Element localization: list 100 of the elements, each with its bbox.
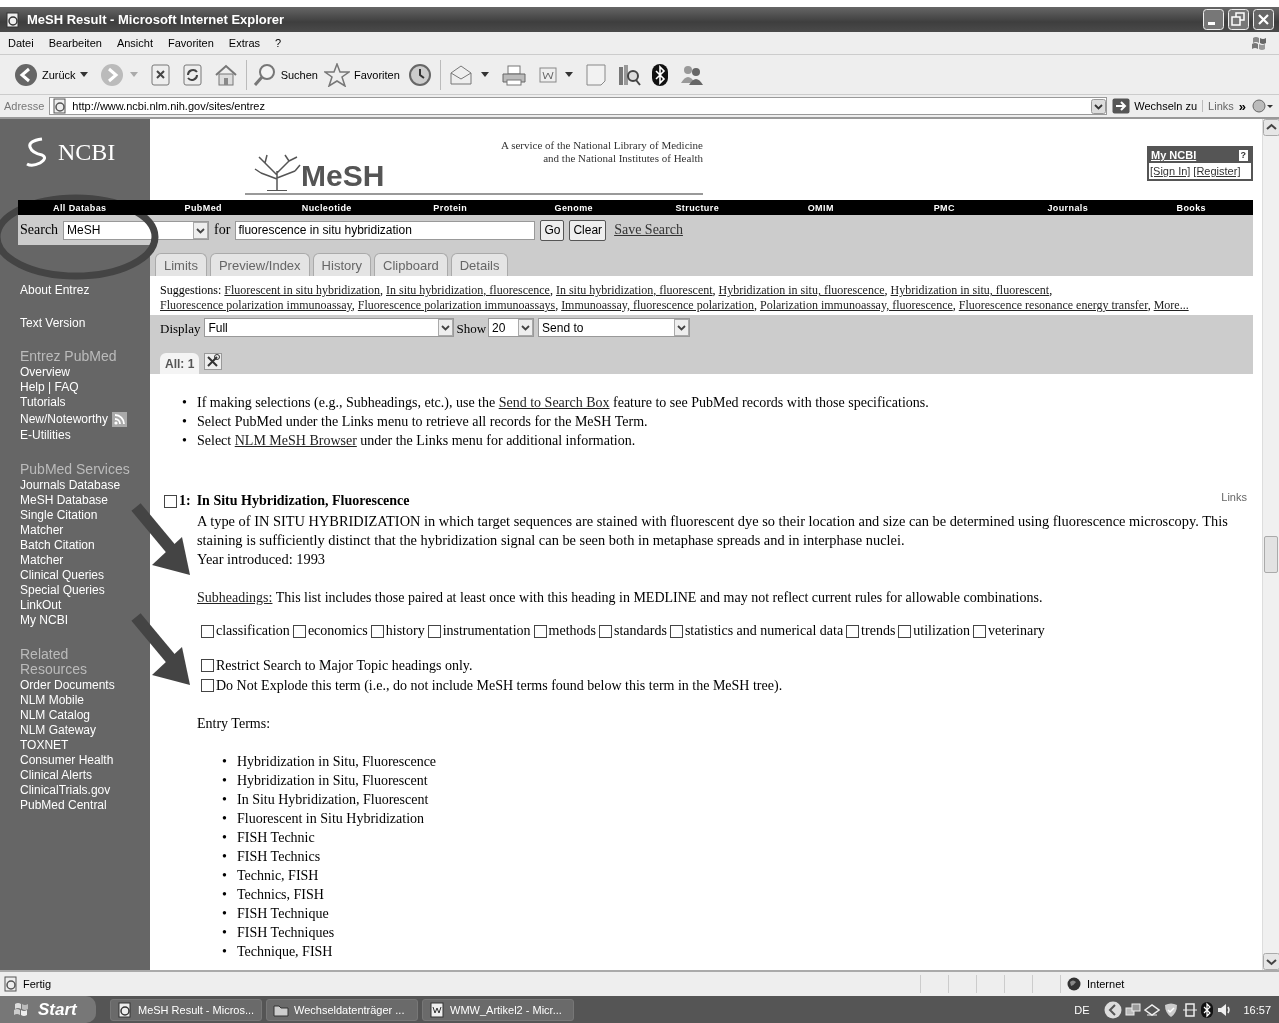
checkbox[interactable] xyxy=(292,624,306,638)
suggestion-link[interactable]: Hybridization in situ, fluorescence xyxy=(718,283,885,297)
sidebar-link[interactable]: Consumer Health xyxy=(20,753,134,768)
bluetooth-icon[interactable] xyxy=(1201,1001,1214,1018)
suggestion-link[interactable]: In situ hybridization, fluorescence xyxy=(386,283,550,297)
go-button[interactable]: Go xyxy=(540,219,565,241)
document-edit-button[interactable] xyxy=(536,64,559,85)
language-indicator[interactable]: DE xyxy=(1074,1003,1090,1016)
more-link[interactable]: More... xyxy=(1153,298,1189,312)
sidebar-link[interactable]: PubMed Central xyxy=(20,798,134,813)
sign-in-link[interactable]: [Sign In] xyxy=(1150,165,1191,177)
stop-button[interactable] xyxy=(149,63,172,86)
expand-tray-button[interactable] xyxy=(1104,1000,1123,1019)
my-ncbi-link[interactable]: My NCBI xyxy=(1151,149,1197,161)
sidebar-link[interactable]: About Entrez xyxy=(20,283,150,298)
database-link[interactable]: Journals xyxy=(1047,202,1089,213)
checkbox[interactable] xyxy=(973,624,987,638)
menu-item[interactable]: Extras xyxy=(228,37,261,49)
sidebar-link[interactable]: Batch Citation Matcher xyxy=(20,538,134,568)
tab[interactable]: History xyxy=(312,253,372,276)
menu-item[interactable]: Ansicht xyxy=(116,37,153,49)
taskbar-button[interactable]: Wechseldatenträger ... xyxy=(266,998,418,1021)
tab[interactable]: Limits xyxy=(155,253,207,276)
minimize-button[interactable] xyxy=(1203,9,1224,30)
checkbox[interactable] xyxy=(427,624,441,638)
scroll-up-button[interactable] xyxy=(1263,119,1279,136)
tab[interactable]: Clipboard xyxy=(374,253,448,276)
inline-link[interactable]: NLM MeSH Browser xyxy=(234,433,357,448)
sidebar-link[interactable]: Text Version xyxy=(20,316,150,331)
links-label[interactable]: Links xyxy=(1202,100,1234,112)
sync-icon[interactable] xyxy=(1182,1001,1199,1018)
sidebar-link[interactable]: Tutorials xyxy=(20,395,134,410)
suggestion-link[interactable]: Immunoassay, fluorescence polarization xyxy=(561,298,754,312)
sidebar-link[interactable]: My NCBI xyxy=(20,613,134,628)
sidebar-link[interactable]: Help | FAQ xyxy=(20,380,134,395)
sidebar-link[interactable]: NLM Catalog xyxy=(20,708,134,723)
checkbox[interactable] xyxy=(669,624,683,638)
books-magnifier-button[interactable] xyxy=(616,62,641,87)
checkbox[interactable] xyxy=(599,624,612,638)
search-button[interactable]: Suchen xyxy=(252,62,318,87)
checkbox[interactable] xyxy=(201,659,214,672)
database-link[interactable]: PMC xyxy=(933,202,955,213)
more-links-button[interactable]: » xyxy=(1238,98,1246,114)
subheadings-link[interactable]: Subheadings: xyxy=(197,590,273,605)
sidebar-link[interactable]: New/Noteworthy xyxy=(20,412,109,427)
suggestion-link[interactable]: In situ hybridization, fluorescent xyxy=(555,283,713,297)
inline-link[interactable]: Send to Search Box xyxy=(498,395,610,410)
favorites-button[interactable]: Favoriten xyxy=(323,62,400,87)
database-link[interactable]: OMIM xyxy=(807,202,834,213)
bluetooth-button[interactable] xyxy=(650,62,669,87)
send-to-select[interactable]: Send to xyxy=(538,318,691,337)
search-field[interactable]: fluorescence in situ hybridization xyxy=(235,220,536,240)
dropdown-caret-icon[interactable] xyxy=(480,72,489,77)
sidebar-link[interactable]: Clinical Alerts xyxy=(20,768,134,783)
sidebar-link[interactable]: E-Utilities xyxy=(20,428,134,443)
checkbox[interactable] xyxy=(533,624,547,638)
clear-button[interactable]: Clear xyxy=(569,219,607,241)
taskbar-button[interactable]: MeSH Result - Micros... xyxy=(110,998,262,1021)
clock[interactable]: 16:57 xyxy=(1243,1003,1271,1016)
checkbox[interactable] xyxy=(201,679,214,692)
menu-item[interactable]: Favoriten xyxy=(168,37,214,49)
sidebar-link[interactable]: ClinicalTrials.gov xyxy=(20,783,134,798)
sidebar-link[interactable]: Order Documents xyxy=(20,678,134,693)
speaker-icon[interactable] xyxy=(1216,1001,1233,1018)
history-button[interactable] xyxy=(407,62,432,87)
suggestion-link[interactable]: Polarization immunoassay, fluorescence xyxy=(759,298,953,312)
database-link[interactable]: Protein xyxy=(433,202,468,213)
checkbox[interactable] xyxy=(164,494,177,508)
toolbar-options-icon[interactable] xyxy=(1251,98,1275,114)
maximize-button[interactable] xyxy=(1228,9,1249,30)
suggestion-link[interactable]: Fluorescence resonance energy transfer xyxy=(958,298,1148,312)
suggestion-link[interactable]: Fluorescent in situ hybridization xyxy=(224,283,380,297)
tab[interactable]: Preview/Index xyxy=(209,253,310,276)
back-button[interactable]: Zurück xyxy=(14,62,76,87)
printer-button[interactable] xyxy=(500,63,527,86)
database-select[interactable]: MeSH xyxy=(63,220,210,240)
dropdown-caret-icon[interactable] xyxy=(79,72,88,77)
go-button[interactable]: Wechseln zu xyxy=(1112,98,1198,114)
sidebar-link[interactable]: Overview xyxy=(20,365,134,380)
count-select[interactable]: 20 xyxy=(488,318,535,337)
database-link[interactable]: Genome xyxy=(554,202,593,213)
taskbar-button[interactable]: WMW_Artikel2 - Micr... xyxy=(422,998,574,1021)
sidebar-link[interactable]: Journals Database xyxy=(20,478,134,493)
dropdown-caret-icon[interactable] xyxy=(564,72,573,77)
sidebar-link[interactable]: Single Citation Matcher xyxy=(20,508,134,538)
home-button[interactable] xyxy=(213,63,238,86)
menu-item[interactable]: Datei xyxy=(8,37,34,49)
sidebar-link[interactable]: LinkOut xyxy=(20,598,134,613)
refresh-button[interactable] xyxy=(181,63,204,86)
tools-button[interactable] xyxy=(204,353,223,370)
mail-button[interactable] xyxy=(448,63,475,86)
tab[interactable]: Details xyxy=(450,253,509,276)
start-button[interactable]: Start xyxy=(0,996,96,1023)
save-search-link[interactable]: Save Search xyxy=(614,222,683,238)
links-menu[interactable]: Links xyxy=(1221,491,1247,503)
sidebar-link[interactable]: MeSH Database xyxy=(20,493,134,508)
sidebar-link[interactable]: NLM Gateway xyxy=(20,723,134,738)
sidebar-link[interactable]: Special Queries xyxy=(20,583,134,598)
sidebar-link[interactable]: NLM Mobile xyxy=(20,693,134,708)
network-icon[interactable] xyxy=(1125,1001,1142,1018)
